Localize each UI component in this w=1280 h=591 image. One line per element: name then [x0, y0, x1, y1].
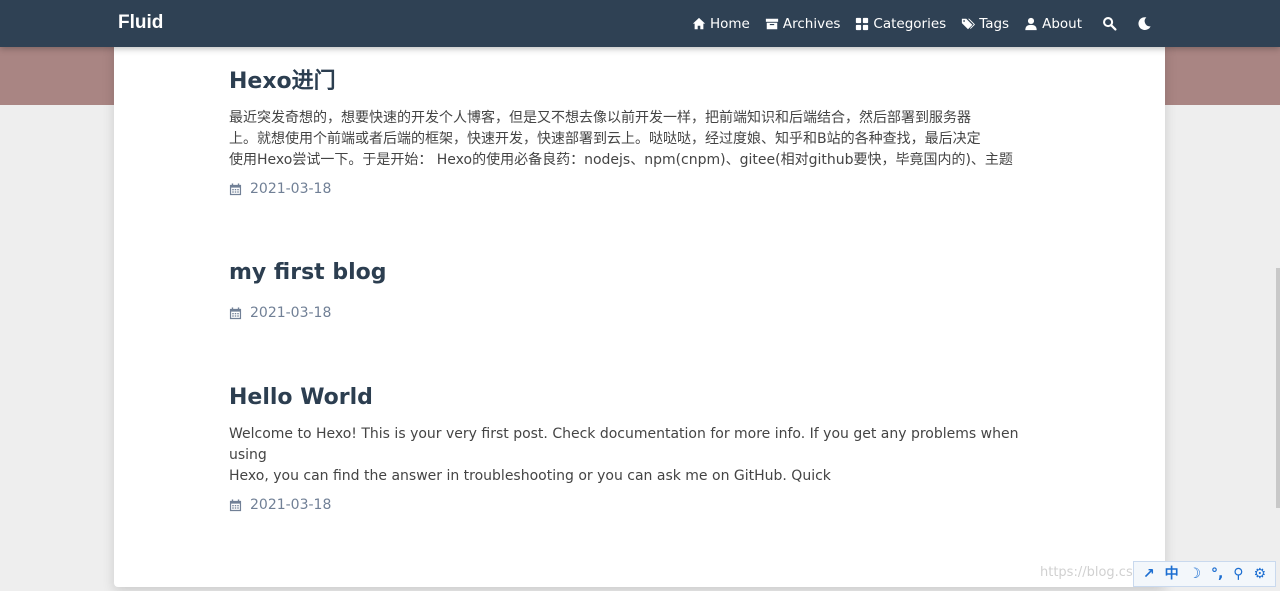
- post-date: 2021-03-18: [250, 181, 332, 197]
- ime-toolbar: ↗ 中 ☽ °, ⚲ ⚙: [1133, 561, 1276, 587]
- nav-tags[interactable]: Tags: [961, 16, 1009, 32]
- user-icon: [1025, 17, 1037, 30]
- toolbar-gear-icon[interactable]: ⚙: [1253, 567, 1266, 581]
- scrollbar-thumb[interactable]: [1276, 268, 1280, 508]
- post-list-card: Hexo进门 最近突发奇想的，想要快速的开发个人博客，但是又不想去像以前开发一样…: [114, 41, 1165, 587]
- post-title[interactable]: Hexo进门: [229, 68, 1044, 96]
- nav-archives[interactable]: Archives: [765, 15, 841, 32]
- nav-categories-label: Categories: [873, 15, 947, 32]
- post-title[interactable]: my first blog: [229, 259, 1044, 287]
- calendar-icon: [229, 498, 242, 511]
- categories-icon: [856, 17, 869, 30]
- brand-logo[interactable]: Fluid: [118, 12, 163, 34]
- excerpt-line: 使用Hexo尝试一下。于是开始： Hexo的使用必备良药：nodejs、npm(…: [229, 152, 1013, 168]
- toolbar-punctuation-icon[interactable]: °,: [1211, 567, 1223, 581]
- nav-about-label: About: [1042, 15, 1082, 32]
- toolbar-user-icon[interactable]: ⚲: [1233, 567, 1243, 581]
- theme-toggle-button[interactable]: [1137, 16, 1152, 31]
- post-date: 2021-03-18: [250, 497, 332, 513]
- calendar-icon: [229, 182, 242, 195]
- search-icon: [1103, 17, 1117, 31]
- post-date: 2021-03-18: [250, 305, 332, 321]
- excerpt-line: 最近突发奇想的，想要快速的开发个人博客，但是又不想去像以前开发一样，把前端知识和…: [229, 110, 971, 126]
- post-excerpt[interactable]: 最近突发奇想的，想要快速的开发个人博客，但是又不想去像以前开发一样，把前端知识和…: [229, 108, 1044, 171]
- tags-icon: [962, 18, 976, 29]
- navbar: Fluid Home Archives Categories Tags Abou…: [0, 0, 1280, 47]
- nav-about[interactable]: About: [1024, 16, 1082, 32]
- calendar-icon: [229, 306, 242, 319]
- nav-menu: Home Archives Categories Tags About: [677, 0, 1152, 47]
- home-icon: [692, 17, 706, 29]
- post-meta: 2021-03-18: [229, 305, 1044, 321]
- post-item: Hexo进门 最近突发奇想的，想要快速的开发个人博客，但是又不想去像以前开发一样…: [229, 68, 1044, 197]
- toolbar-chinese-mode-icon[interactable]: 中: [1165, 567, 1179, 581]
- nav-home[interactable]: Home: [692, 16, 750, 32]
- watermark-text: https://blog.cs: [1040, 565, 1133, 580]
- post-item: my first blog 2021-03-18: [229, 259, 1044, 321]
- toolbar-moon-icon[interactable]: ☽: [1189, 567, 1202, 581]
- nav-archives-label: Archives: [782, 15, 841, 32]
- post-title[interactable]: Hello World: [229, 384, 1044, 412]
- nav-categories[interactable]: Categories: [855, 16, 946, 32]
- nav-tags-label: Tags: [979, 15, 1010, 32]
- excerpt-line: 上。就想使用个前端或者后端的框架，快速开发，快速部署到云上。哒哒哒，经过度娘、知…: [229, 131, 981, 147]
- excerpt-line: Welcome to Hexo! This is your very first…: [229, 426, 1019, 463]
- moon-icon: [1138, 17, 1151, 30]
- post-item: Hello World Welcome to Hexo! This is you…: [229, 384, 1044, 513]
- post-meta: 2021-03-18: [229, 181, 1044, 197]
- excerpt-line: Hexo, you can find the answer in trouble…: [229, 468, 831, 484]
- post-meta: 2021-03-18: [229, 497, 1044, 513]
- nav-home-label: Home: [709, 15, 750, 32]
- search-button[interactable]: [1102, 16, 1117, 31]
- toolbar-expand-icon[interactable]: ↗: [1143, 567, 1155, 581]
- archive-icon: [765, 18, 778, 29]
- post-excerpt[interactable]: Welcome to Hexo! This is your very first…: [229, 424, 1044, 487]
